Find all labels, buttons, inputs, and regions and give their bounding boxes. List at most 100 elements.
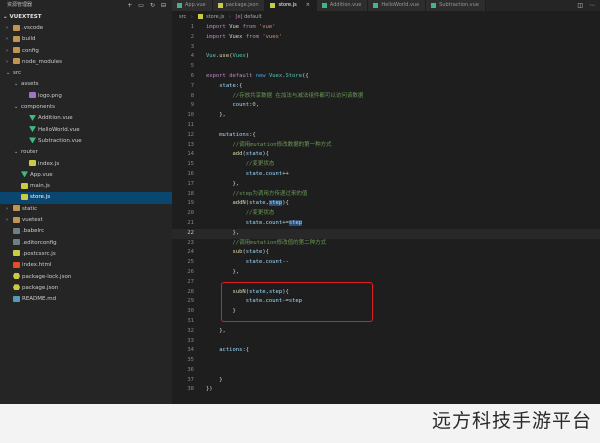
tree-item[interactable]: README.md bbox=[0, 294, 172, 305]
more-actions-icon[interactable]: ⋯ bbox=[589, 2, 595, 9]
tab-store-js[interactable]: store.js × bbox=[265, 0, 317, 11]
breadcrumb-item-file[interactable]: store.js bbox=[206, 14, 224, 20]
code-token: :{ bbox=[242, 347, 250, 354]
tree-item[interactable]: logo.png bbox=[0, 91, 172, 102]
code-line[interactable]: 6 export default new Vuex.Store({ bbox=[172, 72, 600, 82]
code-line[interactable]: 16 state.count++ bbox=[172, 170, 600, 180]
tree-item[interactable]: Subtraction.vue bbox=[0, 136, 172, 147]
code-line[interactable]: 4 Vue.use(Vuex) bbox=[172, 52, 600, 62]
code-line[interactable]: 24 sub(state){ bbox=[172, 248, 600, 258]
split-editor-icon[interactable]: ◫ bbox=[577, 2, 583, 9]
tab-package-json[interactable]: package.json bbox=[212, 0, 266, 11]
tree-item-label: assets bbox=[21, 81, 39, 88]
tree-item[interactable]: index.html bbox=[0, 260, 172, 271]
tree-item[interactable]: › static bbox=[0, 204, 172, 215]
tree-item[interactable]: HelloWorld.vue bbox=[0, 125, 172, 136]
tree-item-label: package-lock.json bbox=[22, 273, 72, 280]
tree-item[interactable]: ⌄ components bbox=[0, 102, 172, 113]
code-line[interactable]: 2 import Vuex from 'vuex' bbox=[172, 33, 600, 43]
code-line[interactable]: 19 addN(state,step){ bbox=[172, 199, 600, 209]
tree-item-label: Addition.vue bbox=[38, 115, 73, 122]
tab-subtraction-vue[interactable]: Subtraction.vue bbox=[426, 0, 486, 11]
chevron-right-icon: › bbox=[6, 25, 8, 31]
line-number: 7 bbox=[190, 82, 194, 89]
tree-item[interactable]: › build bbox=[0, 34, 172, 45]
tree-item[interactable]: .editorconfig bbox=[0, 238, 172, 249]
tab-app-vue[interactable]: App.vue bbox=[172, 0, 213, 11]
code-line[interactable]: 7 state:{ bbox=[172, 82, 600, 92]
code-line[interactable]: 33 bbox=[172, 337, 600, 347]
project-root[interactable]: ⌄ VUEXTEST bbox=[0, 11, 172, 23]
code-token: state bbox=[245, 219, 263, 226]
tree-item-label: App.vue bbox=[30, 171, 53, 178]
breadcrumb-item-src[interactable]: src bbox=[179, 14, 186, 20]
code-line[interactable]: 5 bbox=[172, 62, 600, 72]
code-line[interactable]: 3 bbox=[172, 43, 600, 53]
collapse-all-icon[interactable]: ⊟ bbox=[161, 0, 166, 11]
code-line[interactable]: 36 bbox=[172, 366, 600, 376]
tree-item[interactable]: App.vue bbox=[0, 170, 172, 181]
code-line[interactable]: 10 }, bbox=[172, 111, 600, 121]
tree-item[interactable]: ⌄ router bbox=[0, 147, 172, 158]
code-line[interactable]: 8 //存放共享数据 在加法与减法组件都可以访问该数据 bbox=[172, 92, 600, 102]
close-icon[interactable]: × bbox=[306, 0, 310, 11]
code-line[interactable]: 26 }, bbox=[172, 268, 600, 278]
tree-item[interactable]: › .vscode bbox=[0, 23, 172, 34]
tab-helloworld-vue[interactable]: HelloWorld.vue bbox=[368, 0, 427, 11]
vue-file-icon bbox=[29, 126, 36, 133]
code-line[interactable]: 17 }, bbox=[172, 180, 600, 190]
code-line[interactable]: 12 mutations:{ bbox=[172, 131, 600, 141]
code-line[interactable]: 20 //变更状态 bbox=[172, 209, 600, 219]
tree-item[interactable]: › config bbox=[0, 46, 172, 57]
code-token: Vuex bbox=[232, 53, 246, 60]
line-number: 36 bbox=[187, 366, 194, 373]
code-line[interactable]: 14 add(state){ bbox=[172, 150, 600, 160]
code-line[interactable]: 11 bbox=[172, 121, 600, 131]
tree-item[interactable]: store.js bbox=[0, 192, 172, 204]
tree-item[interactable]: › node_modules bbox=[0, 57, 172, 68]
line-number: 13 bbox=[187, 141, 194, 148]
folder-file-icon bbox=[13, 24, 20, 31]
code-line[interactable]: 9 count:0, bbox=[172, 101, 600, 111]
tree-item[interactable]: .postcssrc.js bbox=[0, 249, 172, 260]
tree-item[interactable]: Addition.vue bbox=[0, 113, 172, 124]
code-line[interactable]: 32 }, bbox=[172, 327, 600, 337]
line-number: 18 bbox=[187, 190, 194, 197]
code-token: Vuex bbox=[268, 72, 283, 79]
tree-item[interactable]: package-lock.json bbox=[0, 272, 172, 283]
tree-item[interactable]: .babelrc bbox=[0, 226, 172, 237]
breadcrumb-item-symbol[interactable]: default bbox=[244, 14, 262, 20]
code-editor[interactable]: 1 import Vue from 'vue' 2 import Vuex from … bbox=[172, 23, 600, 404]
tree-item-label: README.md bbox=[22, 296, 57, 303]
code-token: from bbox=[245, 33, 263, 40]
code-line[interactable]: 34 actions:{ bbox=[172, 346, 600, 356]
tree-item[interactable]: › vuetest bbox=[0, 215, 172, 226]
code-line[interactable]: 38}) bbox=[172, 385, 600, 395]
code-line[interactable]: 1 import Vue from 'vue' bbox=[172, 23, 600, 33]
code-line[interactable]: 15 //变更状态 bbox=[172, 160, 600, 170]
refresh-icon[interactable]: ↻ bbox=[150, 0, 155, 11]
line-number: 35 bbox=[187, 357, 194, 364]
code-line[interactable]: 35 bbox=[172, 356, 600, 366]
code-line[interactable]: 21 state.count+=step bbox=[172, 219, 600, 229]
tab-addition-vue[interactable]: Addition.vue bbox=[316, 0, 369, 11]
new-folder-icon[interactable]: ▭ bbox=[138, 0, 144, 11]
tree-item[interactable]: index.js bbox=[0, 159, 172, 170]
code-line[interactable]: 22 }, bbox=[172, 228, 600, 239]
code-token: state bbox=[245, 259, 263, 266]
code-lines[interactable]: 1 import Vue from 'vue' 2 import Vuex from … bbox=[172, 23, 600, 395]
tree-item-label: .postcssrc.js bbox=[22, 250, 56, 257]
code-line[interactable]: 18 //step为调用方传递过来的值 bbox=[172, 190, 600, 200]
new-file-icon[interactable]: + bbox=[127, 0, 132, 11]
code-line[interactable]: 13 //调用mutation修改数据的第一种方式 bbox=[172, 141, 600, 151]
tree-item[interactable]: ⌄ assets bbox=[0, 79, 172, 90]
code-line[interactable]: 37 } bbox=[172, 376, 600, 386]
code-line[interactable]: 23 //调用mutation修改值的第二种方式 bbox=[172, 239, 600, 249]
code-line[interactable]: 25 state.count-- bbox=[172, 258, 600, 268]
tree-item[interactable]: ⌄ src bbox=[0, 68, 172, 79]
tree-item[interactable]: package.json bbox=[0, 283, 172, 294]
tree-item[interactable]: main.js bbox=[0, 181, 172, 192]
